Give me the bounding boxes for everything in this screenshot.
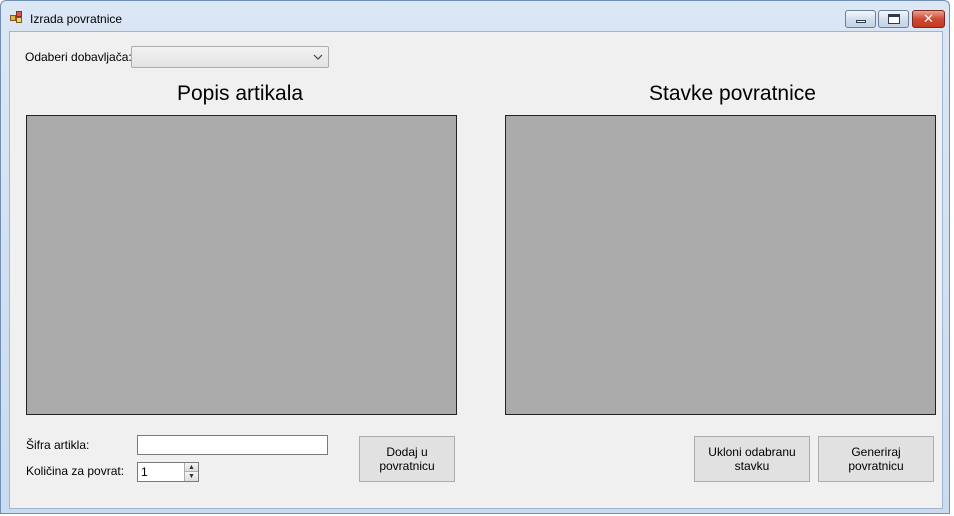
main-window: Izrada povratnice ✕ Odaberi dobavljača: … [0, 0, 950, 514]
maximize-icon [888, 14, 900, 24]
form-client-area: Odaberi dobavljača: Popis artikala Stavk… [9, 31, 943, 509]
article-code-label: Šifra artikla: [26, 438, 90, 452]
return-items-heading: Stavke povratnice [649, 82, 816, 105]
minimize-button[interactable] [845, 10, 876, 28]
quantity-value: 1 [141, 465, 148, 479]
remove-selected-item-button[interactable]: Ukloni odabranu stavku [694, 436, 810, 482]
close-button[interactable]: ✕ [912, 10, 945, 28]
app-icon [10, 11, 24, 23]
generate-return-button[interactable]: Generiraj povratnicu [818, 436, 934, 482]
spin-down-icon[interactable]: ▼ [184, 472, 198, 481]
title-bar[interactable]: Izrada povratnice ✕ [1, 1, 949, 31]
spin-up-icon[interactable]: ▲ [184, 463, 198, 472]
chevron-down-icon [313, 54, 323, 60]
window-title: Izrada povratnice [30, 12, 123, 26]
close-icon: ✕ [923, 11, 934, 26]
quantity-label: Količina za povrat: [26, 464, 125, 478]
article-code-input[interactable] [137, 435, 328, 455]
articles-grid[interactable] [26, 115, 457, 415]
articles-heading: Popis artikala [177, 82, 304, 105]
supplier-combobox[interactable] [131, 46, 329, 68]
minimize-icon [856, 20, 866, 23]
supplier-label: Odaberi dobavljača: [25, 50, 132, 64]
return-items-grid[interactable] [505, 115, 936, 415]
quantity-stepper[interactable]: 1 ▲ ▼ [137, 462, 199, 482]
maximize-button[interactable] [878, 10, 909, 28]
add-to-return-button[interactable]: Dodaj u povratnicu [359, 436, 455, 482]
